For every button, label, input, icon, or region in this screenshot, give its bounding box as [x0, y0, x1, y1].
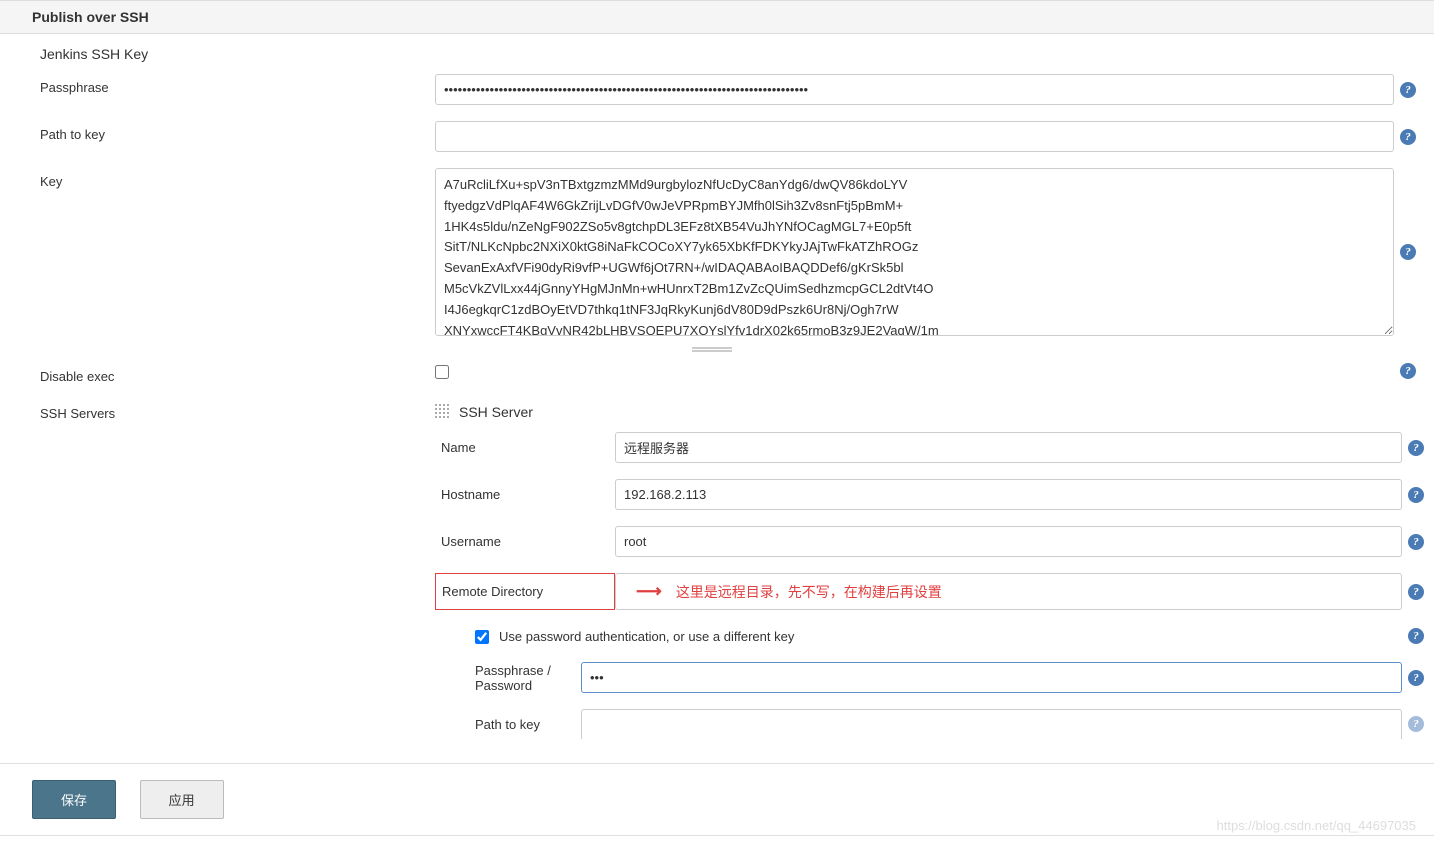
help-icon[interactable]: ?: [1408, 584, 1424, 600]
help-icon[interactable]: ?: [1408, 716, 1424, 732]
arrow-icon: ⟶: [636, 581, 662, 602]
disable-exec-checkbox[interactable]: [435, 365, 449, 379]
help-icon[interactable]: ?: [1400, 244, 1416, 260]
help-icon[interactable]: ?: [1408, 670, 1424, 686]
label-server-username: Username: [435, 534, 615, 549]
subsection-jenkins-ssh-key: Jenkins SSH Key: [0, 34, 1424, 66]
help-icon[interactable]: ?: [1408, 534, 1424, 550]
watermark: https://blog.csdn.net/qq_44697035: [1217, 818, 1417, 833]
inner-path-to-key-input[interactable]: [581, 709, 1402, 739]
remote-directory-input[interactable]: ⟶ 这里是远程目录，先不写，在构建后再设置: [615, 573, 1402, 610]
apply-button[interactable]: 应用: [140, 780, 224, 819]
ssh-server-title: SSH Server: [459, 404, 533, 420]
label-server-name: Name: [435, 440, 615, 455]
help-icon[interactable]: ?: [1400, 82, 1416, 98]
annotation-text: 这里是远程目录，先不写，在构建后再设置: [676, 582, 942, 602]
save-button[interactable]: 保存: [32, 780, 116, 819]
label-key: Key: [40, 168, 435, 189]
label-passphrase: Passphrase: [40, 74, 435, 95]
help-icon[interactable]: ?: [1400, 129, 1416, 145]
label-remote-directory: Remote Directory: [435, 573, 615, 610]
passphrase-password-input[interactable]: [581, 662, 1402, 693]
help-icon[interactable]: ?: [1400, 363, 1416, 379]
label-use-password-auth: Use password authentication, or use a di…: [499, 629, 794, 644]
drag-handle-icon[interactable]: [435, 404, 451, 420]
label-server-hostname: Hostname: [435, 487, 615, 502]
key-textarea[interactable]: A7uRcliLfXu+spV3nTBxtgzmzMMd9urgbylozNfU…: [435, 168, 1394, 336]
section-title: Publish over SSH: [0, 0, 1434, 34]
passphrase-input[interactable]: [435, 74, 1394, 105]
server-name-input[interactable]: [615, 432, 1402, 463]
use-password-auth-checkbox[interactable]: [475, 630, 489, 644]
label-ssh-servers: SSH Servers: [40, 400, 435, 421]
label-disable-exec: Disable exec: [40, 363, 435, 384]
resizer-handle[interactable]: [692, 347, 732, 352]
help-icon[interactable]: ?: [1408, 628, 1424, 644]
help-icon[interactable]: ?: [1408, 487, 1424, 503]
label-path-to-key: Path to key: [40, 121, 435, 142]
label-inner-path-to-key: Path to key: [435, 717, 581, 732]
path-to-key-input[interactable]: [435, 121, 1394, 152]
server-username-input[interactable]: [615, 526, 1402, 557]
help-icon[interactable]: ?: [1408, 440, 1424, 456]
label-passphrase-password: Passphrase / Password: [435, 663, 581, 693]
server-hostname-input[interactable]: [615, 479, 1402, 510]
